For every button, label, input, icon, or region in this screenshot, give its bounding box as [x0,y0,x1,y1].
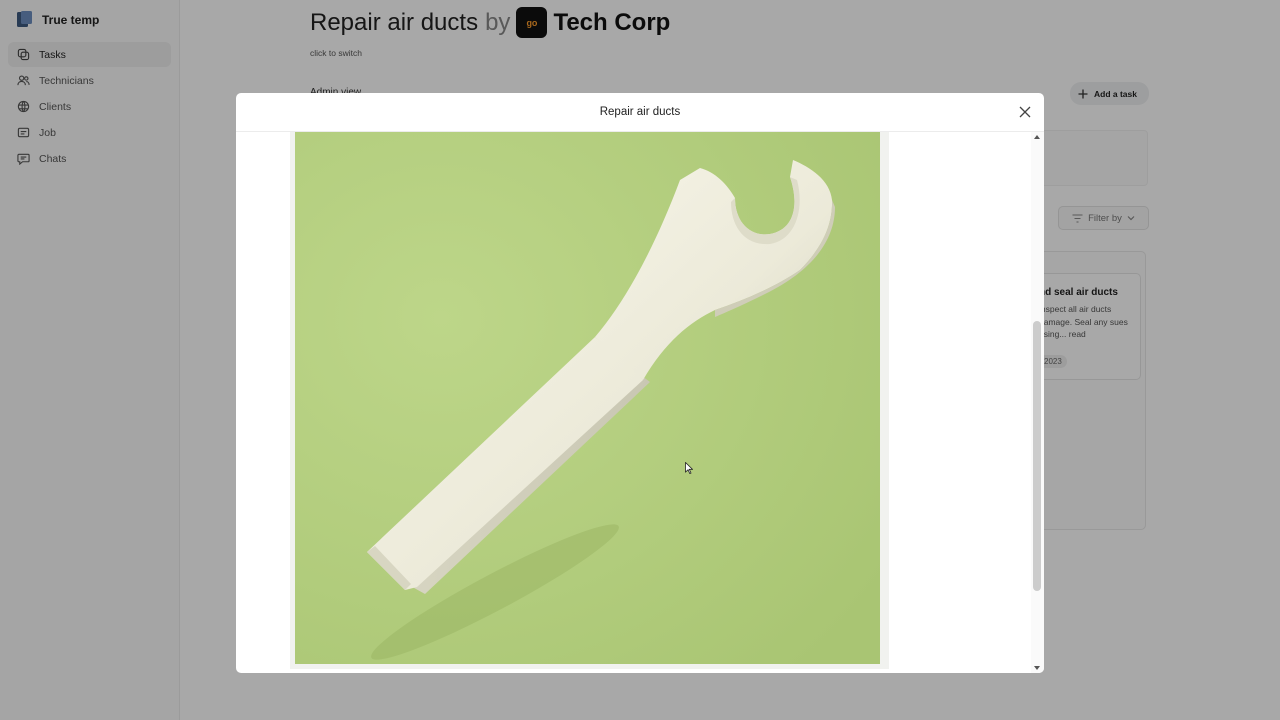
task-image-frame [290,132,889,669]
modal-body [236,132,1044,673]
wrench-image [295,132,880,664]
image-modal: Repair air ducts [236,93,1044,673]
modal-title: Repair air ducts [599,106,681,118]
modal-scrollbar[interactable] [1031,132,1044,673]
scrollbar-thumb[interactable] [1033,321,1041,591]
close-icon[interactable] [1018,105,1032,119]
mouse-cursor-icon [685,462,693,474]
modal-header: Repair air ducts [236,93,1044,132]
scroll-down-arrow-icon[interactable] [1034,666,1040,670]
scroll-up-arrow-icon[interactable] [1034,135,1040,139]
